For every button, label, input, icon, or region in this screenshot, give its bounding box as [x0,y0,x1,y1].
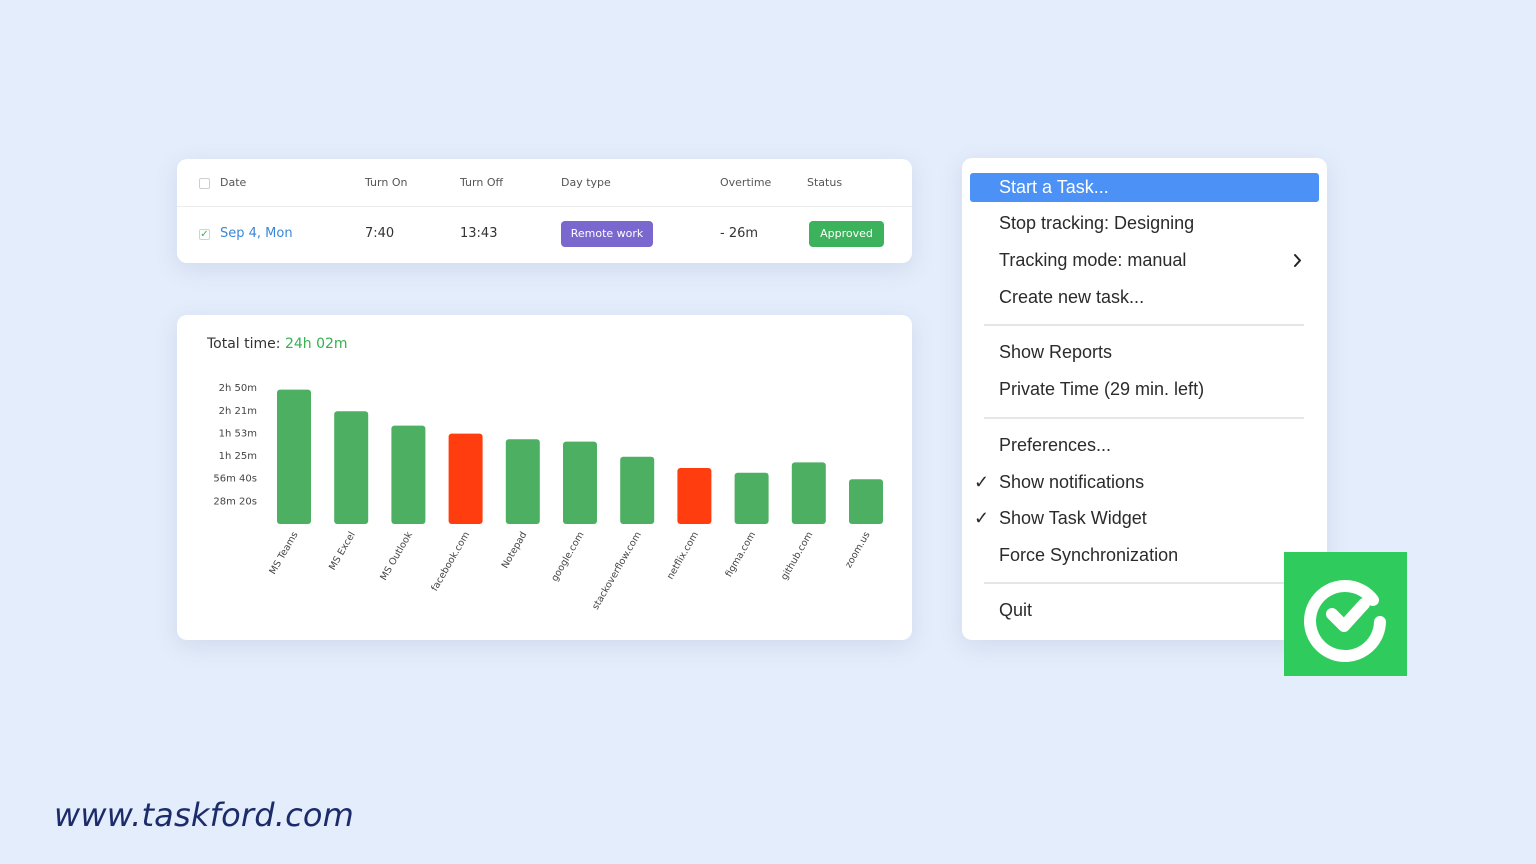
menu-item-force-synchronization[interactable]: Force Synchronization [970,541,1319,570]
bar-stackoverflow-com[interactable] [620,456,655,524]
menu-item-private-time-29-min-left[interactable]: Private Time (29 min. left) [970,375,1319,404]
bar-ms-excel[interactable] [334,411,369,524]
bar-ms-teams[interactable] [277,389,311,524]
bar-figma-com[interactable] [734,472,769,524]
menu-item-label: Force Synchronization [999,545,1179,565]
y-tick-label: 2h 21m [219,406,257,417]
row-turn-off: 13:43 [460,226,498,241]
x-tick-label: Notepad [500,530,530,570]
bar-notepad[interactable] [505,439,540,524]
y-tick-label: 56m 40s [213,474,257,485]
menu-item-label: Show Task Widget [999,508,1147,528]
x-tick-label: zoom.us [843,530,872,570]
y-tick-label: 2h 50m [219,383,257,394]
bar-netflix-com[interactable] [677,468,712,524]
check-circle-icon [1304,580,1386,663]
menu-item-create-new-task[interactable]: Create new task... [970,283,1319,312]
x-tick-label: netflix.com [665,530,701,582]
taskford-logo [1284,552,1407,676]
website-url[interactable]: www.taskford.com [54,796,354,834]
x-tick-label: github.com [779,530,815,582]
menu-item-label: Show Reports [999,342,1113,362]
y-tick-label: 1h 25m [219,451,257,462]
menu-separator [984,417,1304,419]
x-tick-label: stackoverflow.com [590,530,644,612]
timesheet-table: Date Turn On Turn Off Day type Overtime … [177,159,912,263]
app-usage-chart: Total time: 24h 02m 2h 50m 2h 21m 1h 53m 1h… [177,315,912,640]
y-tick-label: 28m 20s [213,496,257,507]
col-header-turn-on[interactable]: Turn On [365,176,407,189]
col-header-day-type[interactable]: Day type [561,176,611,189]
bar-zoom-us[interactable] [849,479,883,524]
menu-item-label: Start a Task... [999,177,1109,197]
x-tick-label: figma.com [723,530,758,579]
menu-item-label: Quit [999,600,1033,620]
bar-ms-outlook[interactable] [391,425,426,524]
y-tick-label: 1h 53m [219,429,257,440]
menu-item-quit[interactable]: Quit [970,596,1319,625]
x-tick-label: facebook.com [429,530,472,593]
status-badge: Approved [809,221,884,247]
row-checkbox[interactable]: ✓ [199,229,210,240]
select-all-checkbox[interactable] [199,178,210,189]
menu-item-preferences[interactable]: Preferences... [970,431,1319,460]
menu-item-tracking-mode-manual[interactable]: Tracking mode: manual [970,246,1319,275]
menu-item-show-notifications[interactable]: ✓ Show notifications [970,468,1319,497]
menu-item-stop-tracking-designing[interactable]: Stop tracking: Designing [970,209,1319,238]
row-turn-on: 7:40 [365,226,395,241]
checkmark-icon: ✓ [974,472,990,492]
menu-item-label: Show notifications [999,472,1145,492]
checkmark-icon: ✓ [974,508,990,528]
bar-facebook-com[interactable] [448,433,483,524]
row-date-link[interactable]: Sep 4, Mon [220,226,293,241]
x-tick-label: MS Outlook [378,530,415,583]
tray-context-menu: Start a Task... Stop tracking: Designing T… [962,158,1327,640]
menu-item-label: Stop tracking: Designing [999,213,1195,233]
menu-item-label: Private Time (29 min. left) [999,379,1205,399]
bar-github-com[interactable] [791,462,826,524]
menu-item-label: Preferences... [999,435,1112,455]
chevron-right-icon [1293,246,1303,284]
menu-item-label: Tracking mode: manual [999,250,1187,270]
menu-separator [984,324,1304,326]
col-header-date[interactable]: Date [220,176,246,189]
row-overtime: - 26m [720,226,759,241]
menu-item-label: Create new task... [999,287,1145,307]
x-tick-label: google.com [549,530,586,584]
menu-item-show-reports[interactable]: Show Reports [970,338,1319,367]
menu-item-start-a-task[interactable]: Start a Task... [970,173,1319,202]
col-header-overtime[interactable]: Overtime [720,176,771,189]
day-type-badge: Remote work [561,221,653,247]
x-tick-label: MS Teams [267,530,300,577]
bar-chart: 2h 50m 2h 21m 1h 53m 1h 25m 56m 40s 28m 20s MS… [213,383,883,612]
header-divider [177,206,912,207]
menu-item-show-task-widget[interactable]: ✓ Show Task Widget [970,504,1319,533]
x-tick-label: MS Excel [327,530,358,572]
col-header-turn-off[interactable]: Turn Off [460,176,503,189]
bar-google-com[interactable] [563,441,597,524]
col-header-status[interactable]: Status [807,176,842,189]
menu-separator [984,582,1304,584]
